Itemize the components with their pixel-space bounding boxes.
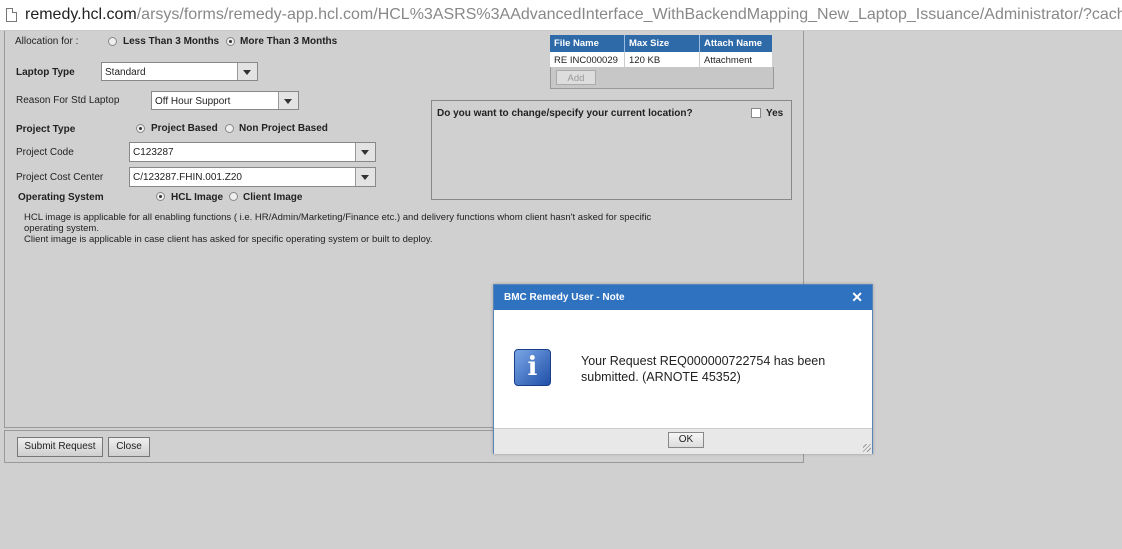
os-help-line: operating system. <box>24 223 99 234</box>
reason-value: Off Hour Support <box>155 96 231 107</box>
add-attachment-button[interactable]: Add <box>556 70 596 85</box>
laptop-type-value: Standard <box>105 67 146 78</box>
dialog-message-line: submitted. (ARNOTE 45352) <box>581 370 741 384</box>
dialog-title-bar[interactable]: BMC Remedy User - Note ✕ <box>494 285 872 310</box>
project-code-field[interactable]: C123287 <box>129 142 376 162</box>
laptop-type-select[interactable]: Standard <box>101 62 258 81</box>
os-help-line: Client image is applicable in case clien… <box>24 234 433 245</box>
submit-request-button[interactable]: Submit Request <box>17 437 103 457</box>
resize-grip-icon[interactable] <box>863 444 871 452</box>
location-panel: Do you want to change/specify your curre… <box>431 100 792 200</box>
os-help-text: HCL image is applicable for all enabling… <box>24 212 734 245</box>
allocation-more-radio[interactable] <box>226 37 235 46</box>
non-project-based-radio[interactable] <box>225 124 234 133</box>
attachment-toolbar: Add <box>550 67 774 89</box>
address-bar[interactable]: remedy.hcl.com/arsys/forms/remedy-app.hc… <box>0 0 1122 31</box>
chevron-down-icon[interactable] <box>355 168 375 186</box>
url-text[interactable]: remedy.hcl.com/arsys/forms/remedy-app.hc… <box>25 6 1122 24</box>
col-header-max-size[interactable]: Max Size <box>624 35 700 52</box>
info-icon: i <box>514 349 551 386</box>
allocation-label: Allocation for : <box>15 36 79 47</box>
chevron-down-icon[interactable] <box>278 92 298 109</box>
ok-button[interactable]: OK <box>668 432 704 448</box>
note-dialog: BMC Remedy User - Note ✕ i Your Request … <box>493 284 873 454</box>
close-button[interactable]: Close <box>108 437 150 457</box>
dialog-message: Your Request REQ000000722754 has been su… <box>581 353 825 385</box>
cost-center-label: Project Cost Center <box>16 172 104 183</box>
attachment-size: 120 KB <box>624 52 700 68</box>
dialog-title: BMC Remedy User - Note <box>504 292 625 303</box>
allocation-less-radio[interactable] <box>108 37 117 46</box>
project-type-label: Project Type <box>16 124 76 135</box>
allocation-less-label[interactable]: Less Than 3 Months <box>123 36 219 47</box>
attachment-table: File Name Max Size Attach Name RE INC000… <box>550 35 772 68</box>
dialog-footer: OK <box>494 428 872 454</box>
reason-select[interactable]: Off Hour Support <box>151 91 299 110</box>
allocation-more-label[interactable]: More Than 3 Months <box>240 36 337 47</box>
dialog-message-line: Your Request REQ000000722754 has been <box>581 354 826 368</box>
location-yes-label[interactable]: Yes <box>766 108 783 119</box>
col-header-file-name[interactable]: File Name <box>550 35 625 52</box>
location-question: Do you want to change/specify your curre… <box>437 108 693 119</box>
chevron-down-icon[interactable] <box>355 143 375 161</box>
location-yes-checkbox[interactable] <box>751 108 761 118</box>
non-project-based-label[interactable]: Non Project Based <box>239 123 328 134</box>
project-based-radio[interactable] <box>136 124 145 133</box>
url-host: remedy.hcl.com <box>25 6 137 23</box>
page-icon <box>6 8 17 22</box>
project-based-label[interactable]: Project Based <box>151 123 218 134</box>
attachment-file-name: RE INC000029 <box>550 52 625 68</box>
client-image-label[interactable]: Client Image <box>243 192 302 203</box>
chevron-down-icon[interactable] <box>237 63 257 80</box>
url-path: /arsys/forms/remedy-app.hcl.com/HCL%3ASR… <box>136 6 1122 23</box>
project-code-label: Project Code <box>16 147 74 158</box>
laptop-type-label: Laptop Type <box>16 67 75 78</box>
cost-center-field[interactable]: C/123287.FHIN.001.Z20 <box>129 167 376 187</box>
client-image-radio[interactable] <box>229 192 238 201</box>
attachment-header-row: File Name Max Size Attach Name <box>550 35 772 52</box>
col-header-attach-name[interactable]: Attach Name <box>699 35 772 52</box>
reason-label: Reason For Std Laptop <box>16 95 120 106</box>
cost-center-value: C/123287.FHIN.001.Z20 <box>133 172 242 183</box>
os-label: Operating System <box>18 192 104 203</box>
project-code-value: C123287 <box>133 147 174 158</box>
attachment-name: Attachment <box>704 54 753 66</box>
os-help-line: HCL image is applicable for all enabling… <box>24 212 652 223</box>
close-icon[interactable]: ✕ <box>851 289 863 306</box>
hcl-image-radio[interactable] <box>156 192 165 201</box>
table-row[interactable]: RE INC000029 120 KB Attachment <box>550 52 772 68</box>
hcl-image-label[interactable]: HCL Image <box>171 192 223 203</box>
